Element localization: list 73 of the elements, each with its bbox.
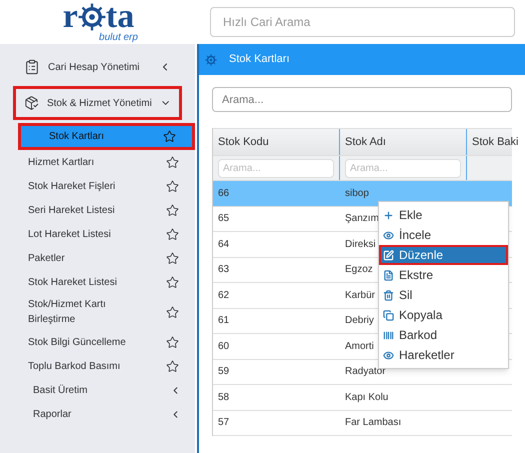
logo-tagline: bulut erp [99,30,138,44]
table-cell-text: 60 [217,340,230,354]
plus-icon [383,210,394,220]
table-cell-text: Kapı Kolu [344,390,390,405]
star-icon[interactable] [166,276,179,288]
star-icon[interactable] [166,360,179,372]
eye-icon [383,230,394,240]
document-icon [383,270,394,280]
sidebar-item[interactable]: Seri Hareket Listesi [0,198,195,222]
trash-icon [383,290,394,300]
logo-text: r [62,0,78,34]
eye-icon [383,350,394,360]
search-field[interactable]: Arama... [212,87,512,112]
table-cell-text: 64 [217,238,230,252]
star-icon[interactable] [166,180,179,192]
copy-icon [383,310,394,320]
menu-item[interactable]: Ekle [379,205,508,225]
table-cell-text: 66 [217,186,230,201]
sidebar-item[interactable]: Stok Bilgi Güncelleme [0,330,195,354]
star-icon[interactable] [166,156,179,168]
section-icon [24,95,39,111]
table-cell-text: 58 [217,390,230,405]
column-header[interactable]: Stok Kodu [213,129,340,155]
table-cell-text: Radyatör [344,365,387,380]
table-cell-text: 62 [217,288,230,303]
ship-wheel-icon [78,2,106,30]
menu-item[interactable]: Düzenle [379,245,508,265]
table-cell-text: Amorti [344,340,375,354]
table-cell-text: 65 [217,212,230,226]
table-cell-text: Direksi [344,238,377,252]
table-cell-text: Egzoz [344,263,374,278]
star-icon[interactable] [166,336,179,348]
menu-item[interactable]: Ekstre [379,265,508,285]
sidebar-item[interactable]: Paketler [0,246,195,270]
sidebar-item[interactable]: Toplu Barkod Basımı [0,354,195,378]
filter-field[interactable]: Arama... [345,158,461,178]
sidebar-item[interactable]: Stok Kartları [18,123,195,150]
sidebar-section[interactable]: Cari Hesap Yönetimi [13,50,182,84]
menu-item[interactable]: Sil [379,285,508,305]
quick-search-field[interactable]: Hızlı Cari Arama [210,7,515,37]
ship-wheel-icon [205,54,217,66]
star-icon[interactable] [166,252,179,264]
sidebar-item[interactable]: Stok/Hizmet Kartı Birleştirme [0,294,195,330]
filter-field[interactable]: Arama... [218,158,334,178]
sidebar-item[interactable]: Stok Hareket Fişleri [0,174,195,198]
edit-icon [383,250,394,260]
sidebar-item[interactable]: Lot Hareket Listesi [0,222,195,246]
sidebar-item[interactable]: Stok Hareket Listesi [0,270,195,294]
barcode-icon [383,330,394,340]
table-cell-text: 57 [217,416,230,430]
column-header[interactable]: Stok Adı [340,129,467,155]
table-cell-text: 61 [217,314,230,328]
table-cell-text: Şanzım [344,212,380,226]
sidebar-group[interactable]: Basit Üretim [0,378,195,402]
panel-title: Stok Kartları [229,52,290,68]
table-row[interactable]: 66 sibop [213,181,512,206]
table-cell-text: sibop [344,186,370,201]
star-icon[interactable] [166,228,179,240]
table-cell-text: Karbür [344,288,376,303]
table-cell-text: Far Lambası [344,416,402,430]
star-icon[interactable] [166,306,179,318]
table-cell-text: 59 [217,365,230,380]
column-header[interactable]: Stok Baki [467,129,525,155]
table-cell-text: Debriy [344,314,375,328]
star-icon[interactable] [166,204,179,216]
table-row[interactable]: 57 Far Lambası [213,410,512,436]
table-cell-text: 63 [217,263,230,278]
sidebar-item[interactable]: Hizmet Kartları [0,150,195,174]
sidebar-group[interactable]: Raporlar [0,402,195,426]
sidebar-section[interactable]: Stok & Hizmet Yönetimi [13,86,182,120]
logo-text: ta [106,0,134,34]
section-icon [24,59,40,75]
star-icon[interactable] [163,130,176,143]
